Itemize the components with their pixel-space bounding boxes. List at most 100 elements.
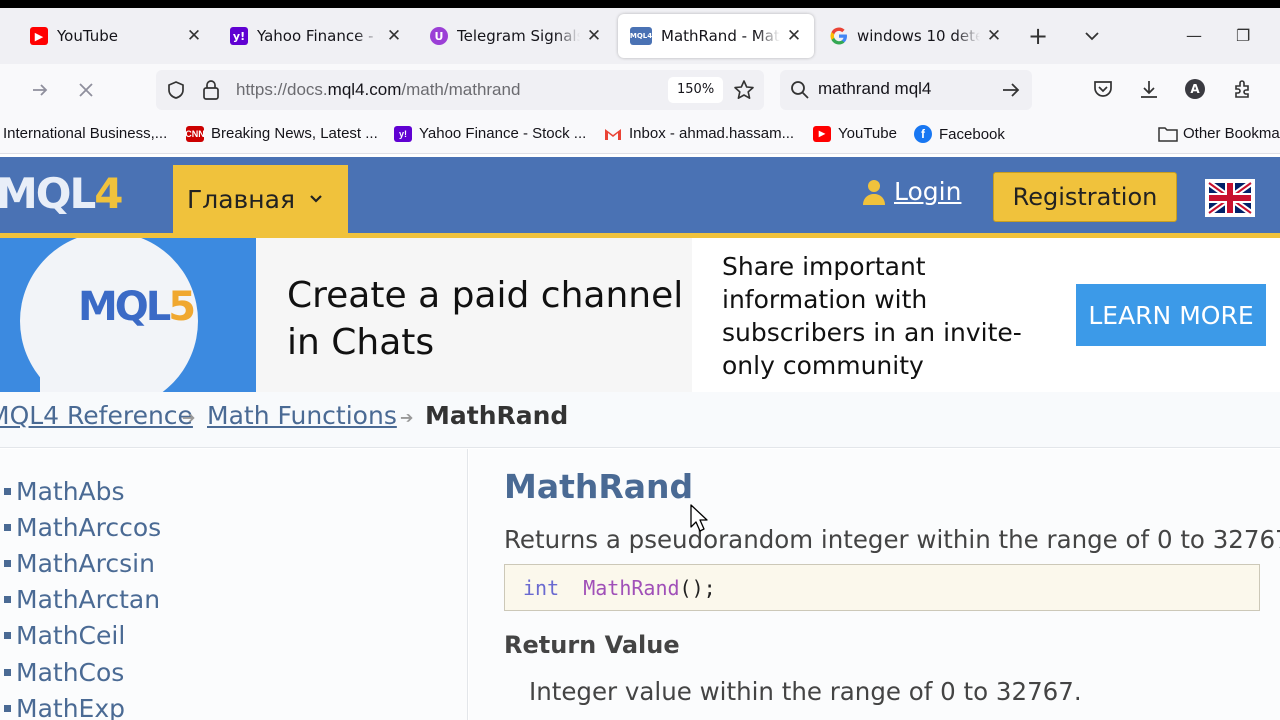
restore-icon[interactable]: ❐	[1236, 26, 1250, 45]
bullet-icon	[4, 559, 11, 567]
bullet-icon	[4, 632, 11, 640]
banner-description: Share important information with subscri…	[722, 252, 1022, 380]
close-icon[interactable]: ✕	[786, 26, 802, 46]
tab-google-search[interactable]: windows 10 detect ✕	[818, 14, 1014, 58]
forward-arrow-icon[interactable]	[28, 78, 52, 102]
tab-youtube[interactable]: ▶ YouTube ✕	[18, 14, 214, 58]
search-query-text[interactable]: mathrand mql4	[818, 79, 931, 99]
bookmarks-toolbar: International Business,... CNN Breaking …	[0, 116, 1280, 154]
tab-title: Telegram Signals Forex	[457, 27, 580, 45]
main-nav-dropdown[interactable]: Главная	[173, 165, 348, 233]
tab-title: YouTube	[57, 27, 118, 45]
registration-button[interactable]: Registration	[993, 172, 1177, 222]
sidebar-item-label: MathAbs	[16, 476, 125, 506]
bookmark-label: Other Bookma	[1183, 125, 1280, 142]
sidebar-item-label: MathArccos	[16, 512, 162, 542]
sidebar-item-matharctan[interactable]: MathArctan	[0, 582, 161, 618]
bookmark-label: Yahoo Finance - Stock ...	[419, 125, 587, 142]
tab-title: Yahoo Finance - Stock	[257, 27, 380, 45]
sidebar-item-matharccos[interactable]: MathArccos	[0, 509, 161, 545]
bookmark-facebook[interactable]: f Facebook	[914, 125, 1005, 143]
folder-icon	[1158, 126, 1178, 142]
address-bar[interactable]: https://docs.mql4.com/math/mathrand 150%	[156, 70, 764, 110]
downloads-icon[interactable]	[1138, 78, 1160, 100]
new-tab-icon[interactable]: +	[1028, 24, 1048, 48]
search-go-arrow-icon[interactable]	[1000, 79, 1022, 101]
tab-title: MathRand - Math	[661, 27, 780, 45]
bookmark-gmail-inbox[interactable]: Inbox - ahmad.hassam...	[604, 125, 794, 142]
facebook-icon: f	[914, 125, 932, 143]
bullet-icon	[4, 487, 11, 495]
tab-telegram-signals[interactable]: U Telegram Signals Forex ✕	[418, 14, 614, 58]
breadcrumb-link-math-functions[interactable]: Math Functions	[207, 401, 397, 430]
lock-icon[interactable]	[202, 79, 220, 101]
other-bookmarks-folder[interactable]: Other Bookma	[1158, 125, 1280, 142]
bullet-icon	[4, 668, 11, 676]
tab-yahoo-finance[interactable]: y! Yahoo Finance - Stock ✕	[218, 14, 414, 58]
sidebar-item-mathabs[interactable]: MathAbs	[0, 473, 161, 509]
bookmark-label: Facebook	[939, 125, 1005, 143]
bookmark-international-business[interactable]: International Business,...	[3, 125, 167, 142]
code-punctuation: ();	[679, 576, 716, 600]
youtube-icon: ▶	[813, 125, 831, 142]
bullet-icon	[4, 596, 11, 604]
learn-more-button[interactable]: LEARN MORE	[1076, 284, 1266, 346]
bookmark-cnn[interactable]: CNN Breaking News, Latest ...	[185, 125, 378, 142]
breadcrumb-current: MathRand	[425, 401, 569, 430]
uk-flag-icon[interactable]	[1205, 179, 1255, 217]
bookmark-label: Inbox - ahmad.hassam...	[629, 125, 795, 142]
stop-loading-icon[interactable]	[74, 78, 98, 102]
sidebar-item-matharcsin[interactable]: MathArcsin	[0, 545, 161, 581]
bookmark-label: International Business,...	[3, 125, 168, 142]
code-keyword: int	[523, 576, 560, 600]
bookmark-youtube[interactable]: ▶ YouTube	[813, 125, 897, 142]
tab-mathrand[interactable]: MQL4 MathRand - Math ✕	[618, 14, 814, 58]
google-icon	[830, 27, 848, 45]
site-header: MQL4 Главная Login Registration	[0, 157, 1280, 233]
sidebar-item-mathcos[interactable]: MathCos	[0, 654, 161, 690]
sidebar-function-list: MathAbs MathArccos MathArcsin MathArctan…	[0, 449, 468, 720]
tab-list-chevron-icon[interactable]	[1082, 26, 1102, 46]
breadcrumb: MQL4 Reference ➔ Math Functions ➔ MathRa…	[0, 392, 1280, 448]
close-icon[interactable]: ✕	[586, 26, 602, 46]
promo-banner[interactable]: MQL5 Create a paid channel in Chats Shar…	[0, 238, 1280, 392]
code-function-name: MathRand	[583, 576, 680, 600]
sidebar-item-mathexp[interactable]: MathExp	[0, 690, 161, 720]
close-icon[interactable]: ✕	[986, 26, 1002, 46]
tab-bar: ▶ YouTube ✕ y! Yahoo Finance - Stock ✕ U…	[0, 8, 1280, 64]
zoom-level-badge[interactable]: 150%	[668, 77, 724, 103]
sidebar-item-label: MathExp	[16, 693, 125, 720]
user-icon	[863, 179, 885, 205]
bookmark-star-icon[interactable]	[733, 79, 755, 101]
breadcrumb-arrow-icon: ➔	[400, 408, 414, 427]
sidebar-item-mathceil[interactable]: MathCeil	[0, 618, 161, 654]
yahoo-icon: y!	[394, 125, 412, 142]
return-value-text: Integer value within the range of 0 to 3…	[529, 677, 1082, 706]
bullet-icon	[4, 704, 11, 712]
extensions-puzzle-icon[interactable]	[1232, 78, 1254, 100]
bookmark-label: Breaking News, Latest ...	[211, 125, 378, 142]
function-description: Returns a pseudorandom integer within th…	[504, 525, 1280, 554]
gmail-icon	[604, 126, 622, 142]
sidebar-item-label: MathArcsin	[16, 548, 155, 578]
pocket-icon[interactable]	[1092, 78, 1114, 100]
close-icon[interactable]: ✕	[386, 26, 402, 46]
code-signature-box: int MathRand();	[504, 564, 1260, 611]
login-link[interactable]: Login	[862, 177, 961, 206]
window-top-edge	[0, 0, 1280, 8]
account-avatar-icon[interactable]: A	[1185, 79, 1205, 99]
tracking-protection-shield-icon[interactable]	[166, 80, 186, 100]
bullet-icon	[4, 523, 11, 531]
close-icon[interactable]: ✕	[186, 26, 202, 46]
youtube-icon: ▶	[30, 27, 48, 45]
url-text[interactable]: https://docs.mql4.com/math/mathrand	[236, 80, 520, 100]
bookmark-yahoo-finance[interactable]: y! Yahoo Finance - Stock ...	[394, 125, 586, 142]
breadcrumb-link-reference[interactable]: MQL4 Reference	[0, 401, 193, 430]
search-bar[interactable]: mathrand mql4	[780, 70, 1032, 110]
main-nav-label: Главная	[187, 184, 295, 214]
mql4-logo[interactable]: MQL4	[0, 169, 124, 218]
page-title: MathRand	[504, 467, 694, 506]
login-label: Login	[894, 177, 962, 206]
minimize-icon[interactable]: —	[1186, 26, 1202, 45]
banner-headline-panel: Create a paid channel in Chats	[256, 238, 692, 392]
